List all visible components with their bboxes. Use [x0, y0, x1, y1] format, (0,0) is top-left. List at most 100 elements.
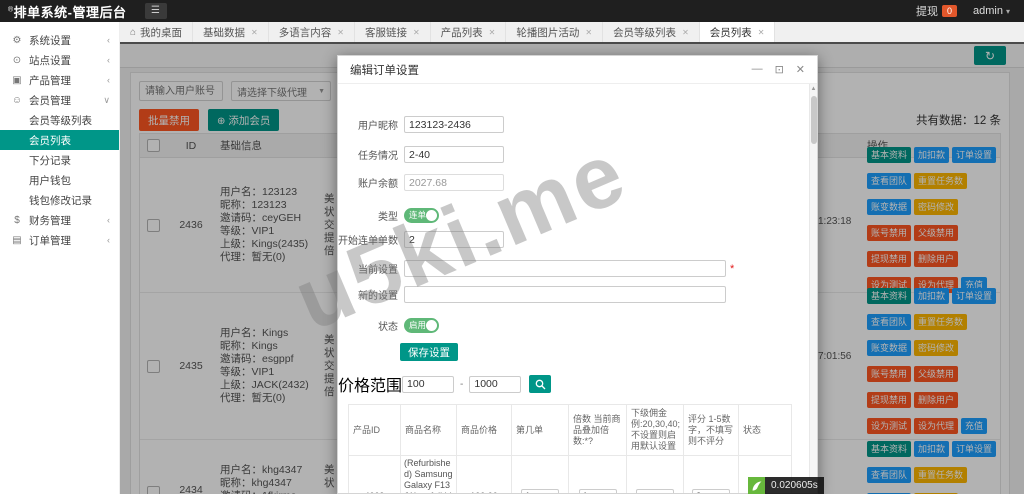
scroll-up-icon[interactable]: ▲: [810, 84, 817, 94]
sidebar-item-会员管理[interactable]: ☺ 会员管理 ∨: [0, 90, 119, 110]
sidebar-item-label: 会员列表: [29, 134, 71, 147]
close-icon[interactable]: ✕: [796, 63, 805, 76]
close-icon[interactable]: ✕: [585, 28, 592, 37]
price-max-input[interactable]: [469, 375, 522, 393]
tab-label: 产品列表: [440, 26, 483, 39]
product-col-header: 产品ID: [348, 404, 401, 456]
tab-会员等级列表[interactable]: 会员等级列表 ✕: [603, 22, 700, 42]
chevron-down-icon: ∨: [103, 94, 110, 105]
withdraw-badge: 0: [942, 5, 958, 17]
tab-轮播图片活动[interactable]: 轮播图片活动 ✕: [506, 22, 604, 42]
field-current-setting: 当前设置 *: [338, 260, 734, 277]
sidebar-item-站点设置[interactable]: ⊙ 站点设置 ‹: [0, 50, 119, 70]
sidebar-item-label: 站点设置: [29, 54, 71, 67]
site-icon: ⊙: [12, 54, 22, 66]
finance-icon: $: [14, 214, 20, 226]
tab-label: 会员列表: [709, 26, 752, 39]
sidebar-item-钱包修改记录[interactable]: 钱包修改记录: [0, 190, 119, 210]
tab-会员列表[interactable]: 会员列表 ✕: [699, 22, 776, 42]
maximize-icon[interactable]: ⊡: [775, 63, 784, 76]
tab-label: 客服链接: [364, 26, 407, 39]
balance-input[interactable]: [404, 174, 504, 191]
sidebar-item-订单管理[interactable]: ▤ 订单管理 ‹: [0, 230, 119, 250]
sidebar-item-系统设置[interactable]: ⚙ 系统设置 ‹: [0, 30, 119, 50]
tab-我的桌面[interactable]: ⌂ 我的桌面: [120, 22, 194, 42]
withdraw-link[interactable]: 提现: [916, 3, 938, 19]
new-setting-input[interactable]: [404, 286, 726, 303]
sidebar-item-label: 会员管理: [29, 94, 71, 107]
rating-input[interactable]: [692, 489, 730, 493]
field-start-count: 开始连单单数: [338, 231, 504, 248]
product-col-header: 商品名称: [400, 404, 457, 456]
hamburger-icon[interactable]: ☰: [144, 3, 167, 19]
order-index-input[interactable]: [521, 489, 559, 493]
tab-多语言内容[interactable]: 多语言内容 ✕: [269, 22, 355, 42]
search-button[interactable]: [529, 375, 552, 393]
search-icon: [535, 379, 546, 389]
scrollbar-thumb[interactable]: [810, 96, 817, 144]
field-status: 状态 启用: [338, 318, 439, 333]
leaf-icon[interactable]: [748, 477, 765, 494]
sidebar-item-label: 财务管理: [29, 214, 71, 227]
nickname-input[interactable]: [404, 116, 504, 133]
sidebar-item-label: 产品管理: [29, 74, 71, 87]
save-settings-button[interactable]: 保存设置: [400, 343, 458, 361]
debug-time: 0.020605s: [765, 477, 824, 494]
sidebar-item-label: 系统设置: [29, 34, 71, 47]
tab-基础数据[interactable]: 基础数据 ✕: [193, 22, 269, 42]
sidebar-item-label: 钱包修改记录: [29, 194, 92, 207]
required-mark: *: [730, 262, 735, 275]
close-icon[interactable]: ✕: [413, 28, 420, 37]
sidebar-item-用户钱包[interactable]: 用户钱包: [0, 170, 119, 190]
start-count-input[interactable]: [404, 231, 504, 248]
close-icon[interactable]: ✕: [489, 28, 496, 37]
product-table-row: 4009 (Refurbished) Samsung Galaxy F13 (W…: [348, 455, 792, 493]
close-icon[interactable]: ✕: [682, 28, 689, 37]
toggle-knob: [426, 210, 437, 221]
current-setting-input[interactable]: [404, 260, 726, 277]
commission-input[interactable]: [636, 489, 674, 493]
price-min-input[interactable]: [402, 375, 455, 393]
sidebar-item-会员等级列表[interactable]: 会员等级列表: [0, 110, 119, 130]
sidebar-item-label: 用户钱包: [29, 174, 71, 187]
task-input[interactable]: [404, 146, 504, 163]
top-header: ®排单系统-管理后台 ☰ 提现 0 admin ▾: [0, 0, 1024, 22]
chevron-left-icon: ‹: [107, 75, 110, 85]
order-icon: ▤: [12, 234, 22, 246]
multiple-input[interactable]: [578, 489, 617, 493]
field-balance: 账户余额: [338, 174, 504, 191]
product-col-header: 评分 1-5数字，不填写则不评分: [683, 404, 739, 456]
product-col-header: 状态: [738, 404, 792, 456]
product-price-cell: 100.00: [456, 455, 512, 493]
tab-bar: ⌂ 我的桌面 基础数据 ✕ 多语言内容 ✕ 客服链接 ✕ 产品列表 ✕ 轮播图片活动 ✕ 会员等级列表 ✕…: [120, 22, 1024, 44]
status-toggle[interactable]: 启用: [404, 318, 439, 333]
sidebar-item-财务管理[interactable]: $ 财务管理 ‹: [0, 210, 119, 230]
field-new-setting: 新的设置: [338, 286, 726, 303]
price-range-row: 价格范围 -: [338, 372, 552, 396]
sidebar-item-下分记录[interactable]: 下分记录: [0, 150, 119, 170]
chevron-left-icon: ‹: [107, 215, 110, 225]
product-col-header: 商品价格: [456, 404, 512, 456]
close-icon[interactable]: ✕: [758, 28, 765, 37]
tab-label: 基础数据: [203, 26, 246, 39]
modal-title: 编辑订单设置: [350, 64, 419, 77]
modal-scrollbar[interactable]: ▲: [809, 84, 817, 493]
user-menu[interactable]: admin ▾: [973, 5, 1010, 17]
tab-产品列表[interactable]: 产品列表 ✕: [431, 22, 507, 42]
type-toggle[interactable]: 连单: [404, 208, 439, 223]
sidebar-item-产品管理[interactable]: ▣ 产品管理 ‹: [0, 70, 119, 90]
product-icon: ▣: [12, 74, 22, 86]
sidebar-item-label: 订单管理: [29, 234, 71, 247]
chevron-left-icon: ‹: [107, 235, 110, 245]
field-nickname: 用户昵称: [338, 116, 504, 133]
close-icon[interactable]: ✕: [251, 28, 258, 37]
tab-客服链接[interactable]: 客服链接 ✕: [355, 22, 431, 42]
field-task: 任务情况: [338, 146, 504, 163]
minimize-icon[interactable]: —: [752, 63, 763, 76]
close-icon[interactable]: ✕: [337, 28, 344, 37]
toggle-knob: [426, 320, 437, 331]
sidebar-item-会员列表[interactable]: 会员列表: [0, 130, 119, 150]
field-type: 类型 连单: [338, 208, 439, 223]
product-col-header: 下级佣金 例:20,30,40; 不设置则启用默认设置: [626, 404, 684, 456]
sidebar: ⚙ 系统设置 ‹ ⊙ 站点设置 ‹ ▣ 产品管理 ‹ ☺ 会员管理 ∨ 会员等级列表 会员列表 下分记录 用户…: [0, 22, 120, 494]
